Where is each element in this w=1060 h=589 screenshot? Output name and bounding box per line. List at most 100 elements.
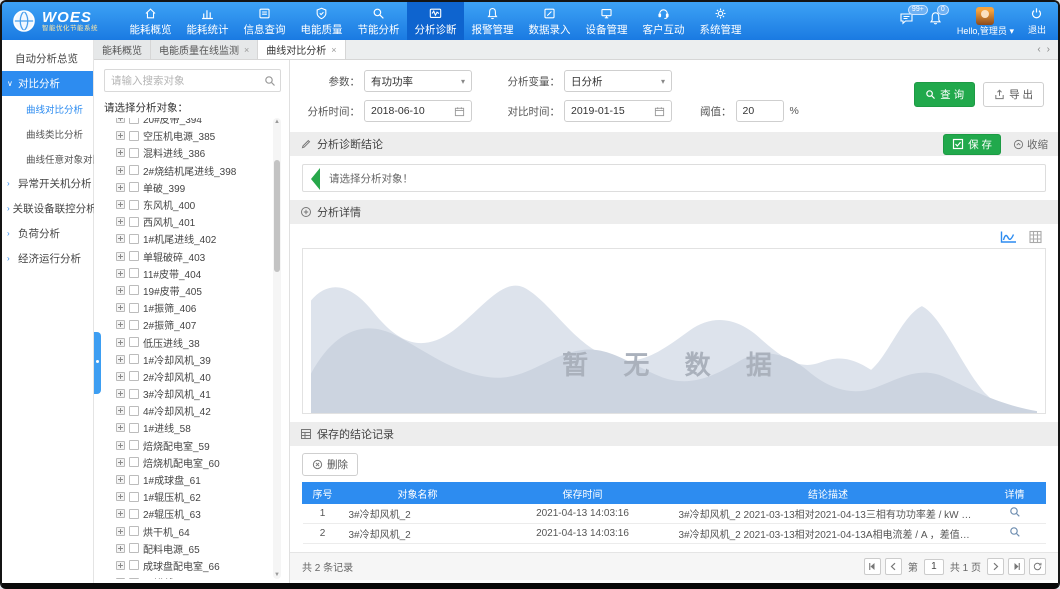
expand-icon[interactable] bbox=[116, 234, 125, 243]
expand-icon[interactable] bbox=[116, 286, 125, 295]
tree-item[interactable]: 1#机尾进线_402 bbox=[104, 230, 271, 247]
scroll-thumb[interactable] bbox=[274, 160, 280, 272]
sidebar-item[interactable]: ›经济运行分析 bbox=[2, 246, 93, 271]
tree-item[interactable]: 4#冷却风机_42 bbox=[104, 402, 271, 419]
tree-checkbox[interactable] bbox=[129, 303, 139, 313]
nav-item-system[interactable]: 系统管理 bbox=[692, 2, 749, 40]
expand-icon[interactable] bbox=[116, 509, 125, 518]
tree-checkbox[interactable] bbox=[129, 406, 139, 416]
tree-checkbox[interactable] bbox=[129, 560, 139, 570]
expand-icon[interactable] bbox=[116, 441, 125, 450]
notifications-button[interactable]: 0 bbox=[928, 11, 943, 31]
tree-checkbox[interactable] bbox=[129, 492, 139, 502]
sidebar-item[interactable]: 曲线任意对象对比 bbox=[2, 146, 93, 171]
tree-item[interactable]: 烘干机_64 bbox=[104, 523, 271, 540]
nav-item-info[interactable]: 信息查询 bbox=[236, 2, 293, 40]
search-input[interactable] bbox=[104, 69, 281, 92]
next-page-button[interactable] bbox=[987, 558, 1004, 575]
tree-item[interactable]: 1#进线_58 bbox=[104, 419, 271, 436]
row-detail-button[interactable] bbox=[1009, 530, 1021, 541]
tree-item[interactable]: 成球盘配电室_66 bbox=[104, 557, 271, 574]
sidebar-item[interactable]: 自动分析总览 bbox=[2, 46, 93, 71]
user-menu[interactable]: Hello,管理员 ▾ bbox=[957, 7, 1014, 36]
expand-icon[interactable] bbox=[116, 544, 125, 553]
tab-scroll-right-icon[interactable]: › bbox=[1047, 44, 1050, 55]
tree-item[interactable]: 焙烧配电室_59 bbox=[104, 437, 271, 454]
tree-item[interactable]: 混料进线_386 bbox=[104, 144, 271, 161]
param-select[interactable]: 有功功率 ▾ bbox=[364, 70, 472, 92]
query-button[interactable]: 查 询 bbox=[914, 82, 975, 107]
tree-checkbox[interactable] bbox=[129, 217, 139, 227]
tab-scroll-left-icon[interactable]: ‹ bbox=[1037, 44, 1040, 55]
last-page-button[interactable] bbox=[1008, 558, 1025, 575]
row-detail-button[interactable] bbox=[1009, 510, 1021, 521]
nav-item-alarm[interactable]: 报警管理 bbox=[464, 2, 521, 40]
nav-item-shield[interactable]: 电能质量 bbox=[293, 2, 350, 40]
expand-icon[interactable] bbox=[116, 131, 125, 140]
panel-collapse-handle[interactable] bbox=[94, 332, 101, 394]
sidebar-item[interactable]: ∨对比分析 bbox=[2, 71, 93, 96]
tree-checkbox[interactable] bbox=[129, 182, 139, 192]
tree-checkbox[interactable] bbox=[129, 118, 139, 124]
tree-checkbox[interactable] bbox=[129, 371, 139, 381]
tab-active[interactable]: 曲线对比分析× bbox=[258, 40, 345, 59]
line-chart-toggle[interactable] bbox=[1000, 230, 1017, 244]
tree-item[interactable]: 西风机_401 bbox=[104, 213, 271, 230]
nav-item-customer[interactable]: 客户互动 bbox=[635, 2, 692, 40]
tree-checkbox[interactable] bbox=[129, 131, 139, 141]
expand-icon[interactable] bbox=[116, 475, 125, 484]
tree-item[interactable]: 2#进线_67 bbox=[104, 574, 271, 579]
nav-item-home[interactable]: 能耗概览 bbox=[122, 2, 179, 40]
expand-icon[interactable] bbox=[116, 561, 125, 570]
tree-item[interactable]: 3#冷却风机_41 bbox=[104, 385, 271, 402]
nav-item-diagnose[interactable]: 分析诊断 bbox=[407, 2, 464, 40]
expand-icon[interactable] bbox=[116, 458, 125, 467]
tree-checkbox[interactable] bbox=[129, 165, 139, 175]
tree-item[interactable]: 2#冷却风机_40 bbox=[104, 368, 271, 385]
expand-icon[interactable] bbox=[116, 166, 125, 175]
sidebar-item[interactable]: ›关联设备联控分析 bbox=[2, 196, 93, 221]
expand-icon[interactable] bbox=[116, 492, 125, 501]
compare-time-input[interactable]: 2019-01-15 bbox=[564, 100, 672, 122]
tree-item[interactable]: 2#辊压机_63 bbox=[104, 505, 271, 522]
tab-item[interactable]: 电能质量在线监测× bbox=[151, 40, 258, 59]
export-button[interactable]: 导 出 bbox=[983, 82, 1044, 107]
expand-icon[interactable] bbox=[116, 303, 125, 312]
sidebar-item[interactable]: 曲线类比分析 bbox=[2, 121, 93, 146]
nav-item-stats[interactable]: 能耗统计 bbox=[179, 2, 236, 40]
tab-close-icon[interactable]: × bbox=[244, 45, 249, 55]
first-page-button[interactable] bbox=[864, 558, 881, 575]
tree-item[interactable]: 东风机_400 bbox=[104, 196, 271, 213]
tree-checkbox[interactable] bbox=[129, 148, 139, 158]
expand-icon[interactable] bbox=[116, 200, 125, 209]
sidebar-item[interactable]: ›负荷分析 bbox=[2, 221, 93, 246]
tree-item[interactable]: 1#冷却风机_39 bbox=[104, 351, 271, 368]
expand-icon[interactable] bbox=[116, 252, 125, 261]
variable-select[interactable]: 日分析 ▾ bbox=[564, 70, 672, 92]
tree-checkbox[interactable] bbox=[129, 509, 139, 519]
tree-scrollbar[interactable]: ▲ ▼ bbox=[273, 118, 281, 579]
tree-item[interactable]: 2#烧结机尾进线_398 bbox=[104, 162, 271, 179]
tree-checkbox[interactable] bbox=[129, 578, 139, 579]
expand-icon[interactable] bbox=[116, 183, 125, 192]
nav-item-entry[interactable]: 数据录入 bbox=[521, 2, 578, 40]
sidebar-item[interactable]: 曲线对比分析 bbox=[2, 96, 93, 121]
tree-item[interactable]: 空压机电源_385 bbox=[104, 127, 271, 144]
tree-item[interactable]: 11#皮带_404 bbox=[104, 265, 271, 282]
tree-item[interactable]: 1#辊压机_62 bbox=[104, 488, 271, 505]
tree-checkbox[interactable] bbox=[129, 440, 139, 450]
tree-item[interactable]: 2#振筛_407 bbox=[104, 316, 271, 333]
expand-icon[interactable] bbox=[116, 423, 125, 432]
tree-checkbox[interactable] bbox=[129, 475, 139, 485]
expand-icon[interactable] bbox=[116, 372, 125, 381]
tree-item[interactable]: 单破_399 bbox=[104, 179, 271, 196]
scroll-down-icon[interactable]: ▼ bbox=[274, 572, 280, 578]
expand-icon[interactable] bbox=[116, 355, 125, 364]
messages-button[interactable]: 99+ bbox=[899, 11, 914, 31]
tree-checkbox[interactable] bbox=[129, 526, 139, 536]
nav-item-device[interactable]: 设备管理 bbox=[578, 2, 635, 40]
expand-icon[interactable] bbox=[116, 269, 125, 278]
nav-item-analysis[interactable]: 节能分析 bbox=[350, 2, 407, 40]
expand-icon[interactable] bbox=[116, 527, 125, 536]
tree-checkbox[interactable] bbox=[129, 457, 139, 467]
